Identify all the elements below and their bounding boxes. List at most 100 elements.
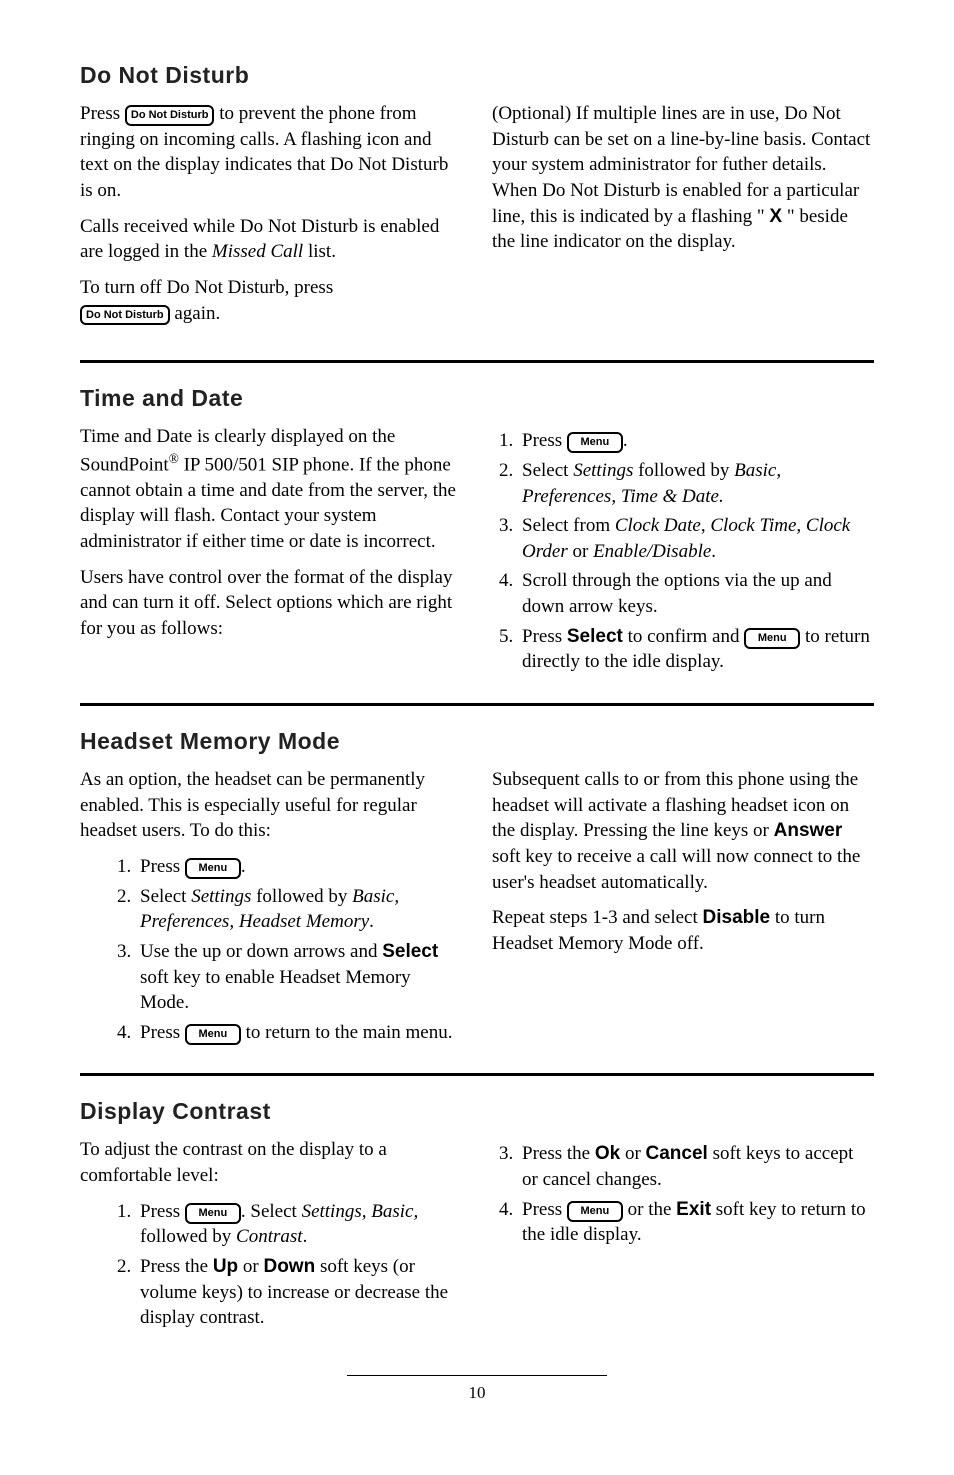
ok-softkey: Ok <box>595 1143 620 1164</box>
down-softkey: Down <box>263 1256 315 1277</box>
time-li3i3: Enable/Disable <box>593 541 711 562</box>
time-step-1: Press Menu. <box>518 428 874 454</box>
select-softkey-2: Select <box>382 941 438 962</box>
separator-1 <box>80 360 874 363</box>
dnd-p2b: list. <box>303 241 336 262</box>
headset-p1: As an option, the headset can be permane… <box>80 767 462 844</box>
x-icon: X <box>769 204 782 230</box>
dc-li3a: Press the <box>522 1143 595 1164</box>
time-li2b: followed by <box>633 460 734 481</box>
hs-li2b: followed by <box>251 886 352 907</box>
up-softkey: Up <box>213 1256 238 1277</box>
exit-softkey: Exit <box>676 1199 711 1220</box>
time-li3a: Select from <box>522 515 615 536</box>
dc-li1i1: Settings, Basic, <box>302 1201 419 1222</box>
time-step-2: Select Settings followed by Basic, Prefe… <box>518 458 874 509</box>
headset-right-p1: Subsequent calls to or from this phone u… <box>492 767 874 895</box>
dc-li4b: or the <box>623 1199 676 1220</box>
time-step-5: Press Select to confirm and Menu to retu… <box>518 624 874 675</box>
contrast-step-2: Press the Up or Down soft keys (or volum… <box>136 1254 462 1331</box>
time-right-col: Press Menu. Select Settings followed by … <box>492 424 874 679</box>
headset-left-col: As an option, the headset can be permane… <box>80 767 462 1049</box>
headset-columns: As an option, the headset can be permane… <box>80 767 874 1049</box>
time-li5b: to confirm and <box>623 626 744 647</box>
time-li3d: . <box>711 541 716 562</box>
dnd-right-col: (Optional) If multiple lines are in use,… <box>492 101 874 336</box>
hs-r-p2a: Repeat steps 1-3 and select <box>492 907 703 928</box>
footer-separator <box>347 1375 607 1376</box>
hs-li3b: soft key to enable Headset Memory Mode. <box>140 967 411 1014</box>
time-li2i1: Settings <box>573 460 633 481</box>
headset-step-3: Use the up or down arrows and Select sof… <box>136 939 462 1016</box>
hs-li2a: Select <box>140 886 191 907</box>
time-li3i1: Clock Date <box>615 515 701 536</box>
select-softkey: Select <box>567 626 623 647</box>
time-li3b: , <box>701 515 711 536</box>
time-steps: Press Menu. Select Settings followed by … <box>492 428 874 675</box>
dc-li1a: Press <box>140 1201 185 1222</box>
separator-2 <box>80 703 874 706</box>
dnd-right-p1: (Optional) If multiple lines are in use,… <box>492 101 874 255</box>
dnd-p1a: Press <box>80 103 125 124</box>
dnd-left-col: Press Do Not Disturb to prevent the phon… <box>80 101 462 336</box>
menu-key: Menu <box>567 432 623 453</box>
heading-display-contrast: Display Contrast <box>80 1096 874 1127</box>
dc-li4a: Press <box>522 1199 567 1220</box>
dnd-p3: To turn off Do Not Disturb, press Do Not… <box>80 275 462 326</box>
dc-li1i2: Contrast <box>236 1226 303 1247</box>
dnd-columns: Press Do Not Disturb to prevent the phon… <box>80 101 874 336</box>
contrast-step-3: Press the Ok or Cancel soft keys to acce… <box>518 1141 874 1192</box>
dc-li1d: . <box>303 1226 308 1247</box>
dnd-p2i: Missed Call <box>212 241 303 262</box>
hs-li2i1: Settings <box>191 886 251 907</box>
contrast-left-col: To adjust the contrast on the display to… <box>80 1137 462 1334</box>
menu-key-3: Menu <box>185 858 241 879</box>
disable-softkey: Disable <box>703 907 771 928</box>
dnd-p3b: again. <box>174 303 220 324</box>
time-li1a: Press <box>522 430 567 451</box>
dc-li2b: or <box>238 1256 263 1277</box>
contrast-columns: To adjust the contrast on the display to… <box>80 1137 874 1334</box>
time-step-3: Select from Clock Date, Clock Time, Cloc… <box>518 513 874 564</box>
dc-li1b: . Select <box>241 1201 302 1222</box>
do-not-disturb-key: Do Not Disturb <box>125 105 215 126</box>
contrast-p1: To adjust the contrast on the display to… <box>80 1137 462 1188</box>
time-columns: Time and Date is clearly displayed on th… <box>80 424 874 679</box>
heading-time-and-date: Time and Date <box>80 383 874 414</box>
time-li3c: or <box>568 541 593 562</box>
menu-key-6: Menu <box>567 1201 623 1222</box>
dc-li1c: followed by <box>140 1226 236 1247</box>
time-step-4: Scroll through the options via the up an… <box>518 568 874 619</box>
heading-headset-memory: Headset Memory Mode <box>80 726 874 757</box>
menu-key-4: Menu <box>185 1024 241 1045</box>
menu-key-5: Menu <box>185 1203 241 1224</box>
dc-li3b: or <box>620 1143 645 1164</box>
answer-softkey: Answer <box>774 820 843 841</box>
contrast-step-1: Press Menu. Select Settings, Basic, foll… <box>136 1199 462 1250</box>
time-li2a: Select <box>522 460 573 481</box>
contrast-step-4: Press Menu or the Exit soft key to retur… <box>518 1197 874 1248</box>
dnd-p3a: To turn off Do Not Disturb, press <box>80 277 333 298</box>
hs-li1a: Press <box>140 856 185 877</box>
headset-step-1: Press Menu. <box>136 854 462 880</box>
registered-mark: ® <box>169 451 179 466</box>
headset-right-col: Subsequent calls to or from this phone u… <box>492 767 874 1049</box>
hs-li3a: Use the up or down arrows and <box>140 941 382 962</box>
hs-li4b: to return to the main menu. <box>241 1022 453 1043</box>
contrast-right-col: Press the Ok or Cancel soft keys to acce… <box>492 1137 874 1334</box>
headset-step-4: Press Menu to return to the main menu. <box>136 1020 462 1046</box>
page-number: 10 <box>80 1382 874 1405</box>
do-not-disturb-key-2: Do Not Disturb <box>80 305 170 326</box>
dnd-p2: Calls received while Do Not Disturb is e… <box>80 214 462 265</box>
headset-step-2: Select Settings followed by Basic, Prefe… <box>136 884 462 935</box>
time-p2: Users have control over the format of th… <box>80 565 462 642</box>
time-li5a: Press <box>522 626 567 647</box>
cancel-softkey: Cancel <box>646 1143 708 1164</box>
headset-steps: Press Menu. Select Settings followed by … <box>80 854 462 1045</box>
hs-r-p1b: soft key to receive a call will now conn… <box>492 846 860 893</box>
headset-right-p2: Repeat steps 1-3 and select Disable to t… <box>492 905 874 956</box>
separator-3 <box>80 1073 874 1076</box>
contrast-steps-left: Press Menu. Select Settings, Basic, foll… <box>80 1199 462 1331</box>
hs-li4a: Press <box>140 1022 185 1043</box>
contrast-steps-right: Press the Ok or Cancel soft keys to acce… <box>492 1141 874 1248</box>
